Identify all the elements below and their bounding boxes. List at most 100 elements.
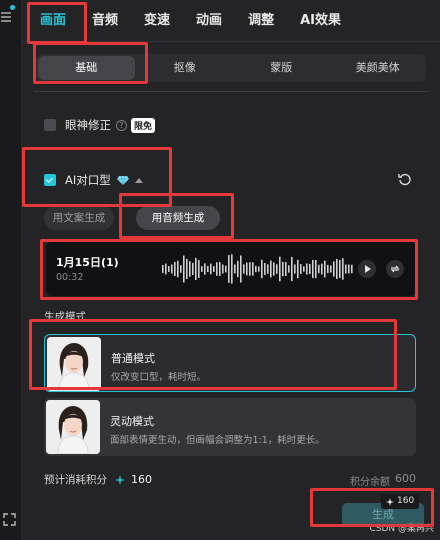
waveform-bar: [243, 264, 245, 274]
waveform-bar: [231, 254, 233, 284]
audio-waveform: [162, 254, 353, 284]
waveform-bar: [336, 258, 338, 280]
help-icon[interactable]: ?: [116, 119, 127, 131]
lip-sync-row: AI对口型: [44, 172, 143, 188]
generate-cost-value: 160: [397, 496, 415, 506]
waveform-bar: [177, 260, 179, 278]
waveform-bar: [174, 261, 176, 277]
menu-icon[interactable]: [1, 12, 11, 22]
lip-sync-checkbox[interactable]: [44, 174, 56, 186]
subtab-beauty[interactable]: 美颜美体: [330, 54, 427, 82]
subtab-mask[interactable]: 蒙版: [233, 54, 330, 82]
waveform-bar: [186, 258, 188, 280]
audio-card[interactable]: 1月15日(1) 00:32: [46, 242, 416, 296]
subtab-basic[interactable]: 基础: [38, 56, 135, 80]
mode-description: 面部表情更生动，但画幅会调整为1:1，耗时更长。: [110, 435, 325, 446]
waveform-bar: [309, 263, 311, 275]
tab-speed[interactable]: 变速: [144, 0, 170, 42]
reset-icon[interactable]: [398, 172, 412, 186]
waveform-bar: [270, 260, 272, 278]
mode-title: 灵动模式: [110, 415, 154, 428]
balance-label: 积分余额: [350, 477, 390, 488]
audio-title: 1月15日(1): [56, 256, 119, 269]
waveform-bar: [249, 262, 251, 276]
waveform-bar: [345, 264, 347, 274]
cost-value: 160: [131, 473, 152, 486]
generate-mode-label: 生成模式: [44, 311, 86, 323]
eye-correction-checkbox[interactable]: [44, 119, 56, 131]
tab-adjust[interactable]: 调整: [248, 0, 274, 42]
tab-ai-effects[interactable]: AI效果: [300, 0, 341, 42]
text-generate-pill[interactable]: 用文案生成: [44, 206, 114, 230]
waveform-bar: [240, 255, 242, 283]
mode-card-normal[interactable]: 普通模式 仅改变口型，耗时短。: [44, 334, 416, 392]
expand-icon[interactable]: [3, 513, 16, 526]
waveform-bar: [315, 259, 317, 279]
waveform-bar: [339, 260, 341, 278]
waveform-bar: [297, 259, 299, 279]
top-tabs: 画面 音频 变速 动画 调整 AI效果: [22, 0, 440, 42]
waveform-bar: [255, 265, 257, 273]
waveform-bar: [306, 263, 308, 275]
waveform-bar: [219, 262, 221, 276]
waveform-bar: [189, 261, 191, 277]
waveform-bar: [201, 266, 203, 272]
mode-card-dynamic[interactable]: 灵动模式 面部表情更生动，但画幅会调整为1:1，耗时更长。: [44, 398, 416, 456]
waveform-bar: [222, 264, 224, 274]
waveform-bar: [225, 265, 227, 273]
waveform-bar: [324, 260, 326, 278]
divider: [34, 91, 428, 92]
swap-icon: [390, 265, 400, 273]
estimated-cost: 预计消耗积分 160: [44, 472, 152, 487]
audio-generate-pill[interactable]: 用音频生成: [136, 206, 220, 230]
eye-correction-label: 眼神修正: [65, 118, 111, 132]
cost-label: 预计消耗积分: [44, 474, 107, 486]
waveform-bar: [261, 259, 263, 279]
waveform-bar: [207, 265, 209, 273]
waveform-bar: [348, 264, 350, 274]
waveform-bar: [276, 264, 278, 274]
waveform-bar: [342, 258, 344, 280]
mode-title: 普通模式: [111, 352, 155, 365]
waveform-bar: [192, 262, 194, 276]
waveform-bar: [300, 264, 302, 274]
tab-animation[interactable]: 动画: [196, 0, 222, 42]
waveform-bar: [333, 261, 335, 277]
eye-correction-row: 眼神修正 ? 限免: [44, 117, 156, 133]
replace-audio-button[interactable]: [386, 260, 404, 278]
waveform-bar: [165, 263, 167, 275]
left-strip: [0, 0, 22, 540]
waveform-bar: [264, 262, 266, 276]
waveform-bar: [168, 266, 170, 272]
waveform-bar: [180, 265, 182, 273]
lip-sync-label: AI对口型: [65, 173, 111, 187]
free-badge: 限免: [131, 117, 156, 133]
waveform-bar: [267, 264, 269, 274]
tab-audio[interactable]: 音频: [92, 0, 118, 42]
points-star-icon: [115, 474, 125, 485]
waveform-bar: [318, 264, 320, 274]
waveform-bar: [237, 260, 239, 278]
waveform-bar: [204, 263, 206, 275]
avatar-thumbnail: [47, 337, 101, 391]
waveform-bar: [303, 266, 305, 272]
subtab-cutout[interactable]: 抠像: [137, 54, 234, 82]
waveform-bar: [330, 265, 332, 273]
waveform-bar: [258, 266, 260, 272]
waveform-bar: [162, 265, 164, 273]
property-panel: 画面 音频 变速 动画 调整 AI效果 基础 抠像 蒙版 美颜美体 眼神修正 ?…: [22, 0, 440, 540]
notification-dot: [10, 5, 15, 10]
tab-picture[interactable]: 画面: [40, 0, 66, 42]
play-button[interactable]: [358, 260, 376, 278]
waveform-bar: [252, 262, 254, 276]
waveform-bar: [312, 259, 314, 279]
waveform-bar: [213, 266, 215, 272]
waveform-bar: [294, 264, 296, 274]
waveform-bar: [198, 260, 200, 278]
watermark: CSDN @案再兴: [369, 524, 434, 534]
waveform-bar: [216, 262, 218, 276]
waveform-bar: [183, 255, 185, 283]
generate-cost-badge: 160: [381, 494, 420, 509]
collapse-caret-icon[interactable]: [134, 177, 143, 183]
waveform-bar: [210, 263, 212, 275]
